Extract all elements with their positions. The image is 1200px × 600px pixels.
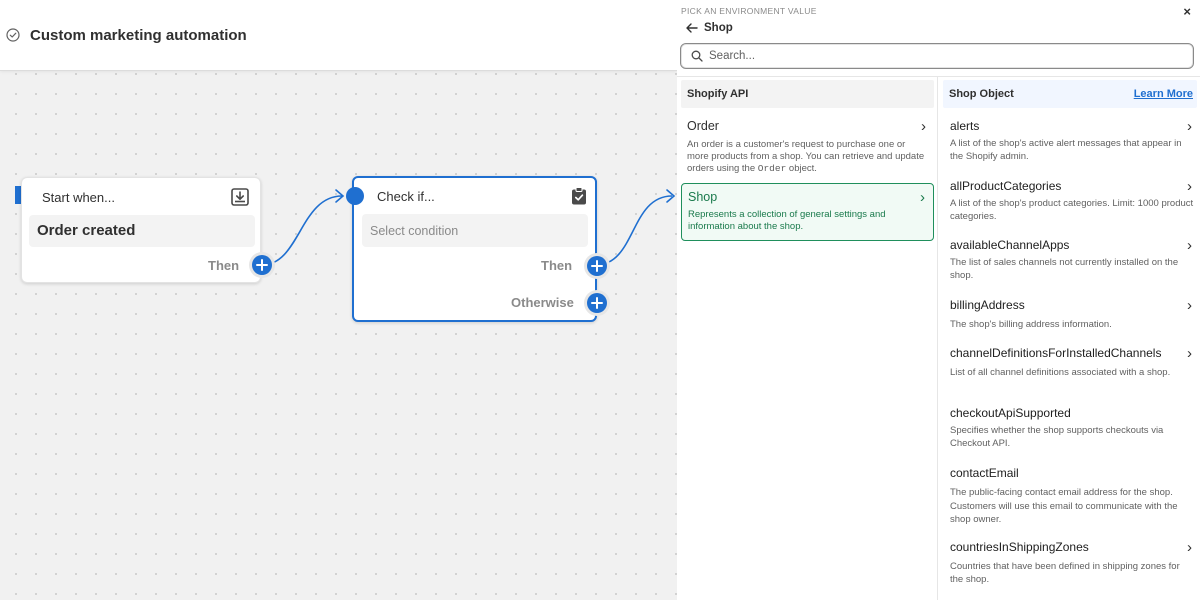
back-button[interactable]: Shop — [686, 22, 733, 34]
condition-select[interactable]: Select condition — [362, 214, 588, 247]
panel-divider — [677, 76, 1200, 77]
search-input[interactable] — [709, 50, 1149, 62]
trigger-node[interactable]: Start when... Order created Then — [21, 177, 272, 283]
chevron-right-icon: › — [1187, 345, 1192, 362]
api-item-name: Shop — [688, 190, 718, 204]
api-item-shop[interactable]: Shop Represents a collection of general … — [681, 183, 934, 241]
field-description: The list of sales channels not currently… — [950, 257, 1179, 281]
trigger-value[interactable]: Order created — [29, 215, 255, 247]
clipboard-check-icon — [572, 187, 586, 205]
field-channeldefinitions[interactable]: channelDefinitionsForInstalledChannels L… — [950, 345, 1194, 380]
field-name: checkoutApiSupported — [950, 406, 1071, 420]
field-contactemail[interactable]: contactEmail The public-facing contact e… — [950, 466, 1194, 527]
field-billingaddress[interactable]: billingAddress The shop's billing addres… — [950, 297, 1194, 332]
shopify-api-header: Shopify API — [681, 80, 934, 108]
picker-overline: PICK AN ENVIRONMENT VALUE — [681, 6, 817, 16]
condition-heading: Check if... — [377, 189, 435, 204]
field-description: List of all channel definitions associat… — [950, 367, 1171, 378]
condition-input-port[interactable] — [346, 187, 364, 205]
api-item-order[interactable]: Order An order is a customer's request t… — [681, 113, 934, 181]
api-item-description: Represents a collection of general setti… — [688, 209, 886, 232]
field-alerts[interactable]: alerts A list of the shop's active alert… — [950, 118, 1194, 163]
plus-icon — [256, 259, 268, 271]
condition-then-label: Then — [541, 258, 573, 273]
workflow-canvas[interactable]: Custom marketing automation Start when..… — [0, 0, 677, 600]
field-description: The public-facing contact email address … — [950, 487, 1178, 525]
chevron-right-icon: › — [1187, 539, 1192, 556]
chevron-right-icon: › — [920, 189, 925, 206]
chevron-right-icon: › — [921, 118, 926, 135]
column-divider — [937, 77, 938, 600]
field-description: Countries that have been defined in ship… — [950, 561, 1180, 585]
field-name: allProductCategories — [950, 179, 1062, 193]
search-field[interactable] — [680, 43, 1194, 69]
chevron-right-icon: › — [1187, 178, 1192, 195]
field-name: countriesInShippingZones — [950, 540, 1089, 554]
condition-otherwise-add-button[interactable] — [587, 293, 607, 313]
field-allproductcategories[interactable]: allProductCategories A list of the shop'… — [950, 178, 1194, 223]
learn-more-link[interactable]: Learn More — [1134, 88, 1193, 100]
trigger-heading: Start when... — [42, 190, 115, 205]
environment-picker-panel: PICK AN ENVIRONMENT VALUE × Shop Shopify… — [677, 0, 1200, 600]
field-description: The shop's billing address information. — [950, 319, 1112, 330]
search-icon — [691, 50, 703, 62]
field-countriesinshippingzones[interactable]: countriesInShippingZones Countries that … — [950, 539, 1194, 586]
shop-object-title: Shop Object — [949, 88, 1014, 100]
trigger-then-add-button[interactable] — [252, 255, 272, 275]
condition-otherwise-label: Otherwise — [511, 295, 574, 310]
field-name: contactEmail — [950, 466, 1019, 480]
field-description: A list of the shop's product categories.… — [950, 198, 1194, 222]
field-name: channelDefinitionsForInstalledChannels — [950, 346, 1162, 360]
field-checkoutapisupported[interactable]: checkoutApiSupported Specifies whether t… — [950, 406, 1194, 450]
chevron-right-icon: › — [1187, 118, 1192, 135]
field-availablechannelapps[interactable]: availableChannelApps The list of sales c… — [950, 237, 1194, 282]
shop-object-header: Shop Object Learn More — [943, 80, 1197, 108]
chevron-right-icon: › — [1187, 237, 1192, 254]
field-description: Specifies whether the shop supports chec… — [950, 425, 1164, 449]
plus-icon — [591, 297, 603, 309]
field-name: availableChannelApps — [950, 238, 1070, 252]
download-icon — [231, 188, 249, 206]
field-name: alerts — [950, 119, 980, 133]
arrow-left-icon — [686, 23, 698, 33]
field-name: billingAddress — [950, 298, 1025, 312]
api-item-description: An order is a customer's request to purc… — [687, 139, 925, 174]
api-item-name: Order — [687, 119, 719, 133]
close-icon[interactable]: × — [1183, 4, 1191, 19]
back-label: Shop — [704, 22, 733, 34]
condition-node[interactable]: Check if... Select condition Then Otherw… — [346, 176, 607, 322]
condition-then-add-button[interactable] — [587, 256, 607, 276]
chevron-right-icon: › — [1187, 297, 1192, 314]
plus-icon — [591, 260, 603, 272]
field-description: A list of the shop's active alert messag… — [950, 138, 1182, 162]
trigger-then-label: Then — [208, 258, 240, 273]
